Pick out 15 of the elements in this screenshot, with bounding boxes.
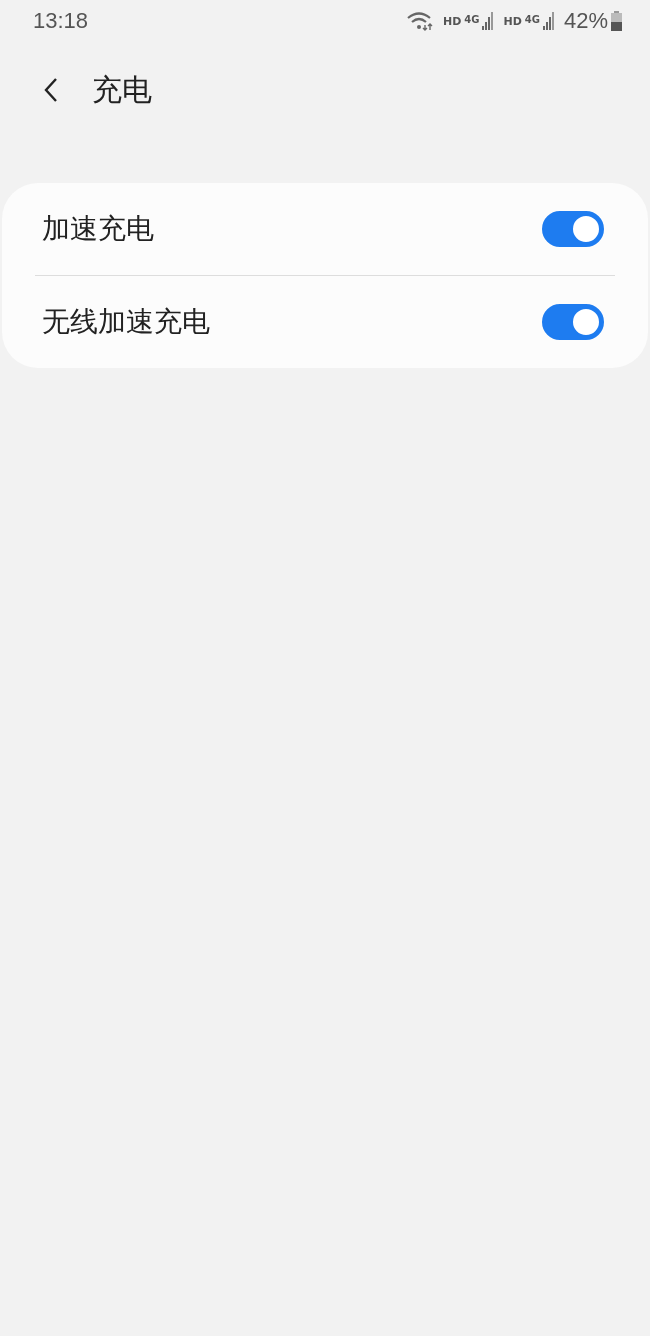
network-type: 4G <box>464 14 480 25</box>
toggle-switch[interactable] <box>542 211 604 247</box>
wifi-icon <box>405 11 434 31</box>
network-type: 4G <box>524 14 540 25</box>
page-title: 充电 <box>92 70 152 109</box>
signal-icon <box>542 12 555 30</box>
signal-icon <box>482 12 495 30</box>
hd-label: HD <box>503 14 522 28</box>
setting-label: 无线加速充电 <box>42 304 210 340</box>
toggle-switch[interactable] <box>542 304 604 340</box>
hd-label: HD <box>442 14 462 28</box>
battery-percent: 42% <box>563 8 608 34</box>
battery-icon <box>611 11 622 31</box>
setting-label: 加速充电 <box>42 211 154 247</box>
status-time: 13:18 <box>33 8 89 34</box>
